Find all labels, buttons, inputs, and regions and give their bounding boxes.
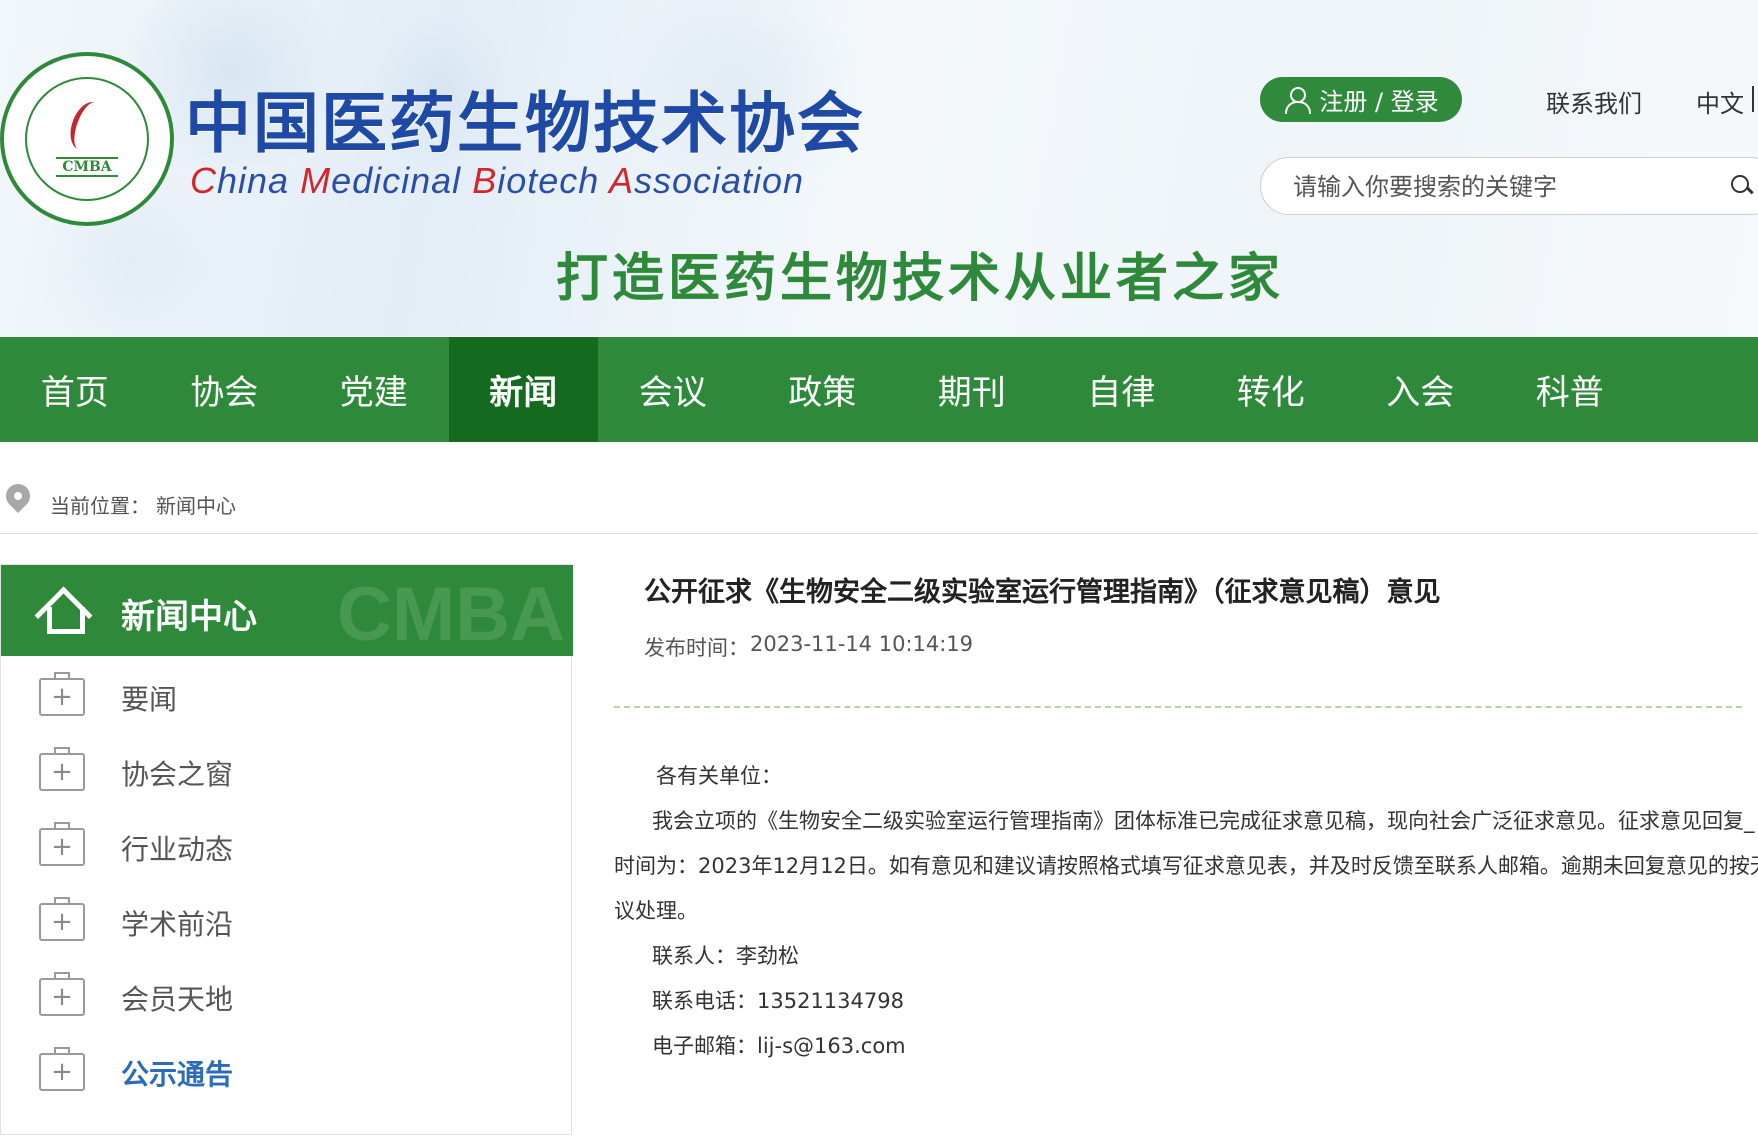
contact-phone: 联系电话：13521134798 <box>652 989 904 1013</box>
plus-box-icon <box>39 822 85 866</box>
main-nav: 首页 协会 党建 新闻 会议 政策 期刊 自律 转化 入会 科普 <box>0 337 1758 442</box>
sidebar-item-label: 公示通告 <box>121 1058 234 1091</box>
breadcrumb-label: 当前位置： <box>50 494 150 518</box>
article-paragraph-line: 我会立项的《生物安全二级实验室运行管理指南》团体标准已完成征求意见稿，现向社会广… <box>652 809 1755 833</box>
user-icon <box>1283 86 1312 114</box>
contact-email: 电子邮箱：lij-s@163.com <box>652 1034 906 1058</box>
helix-icon <box>64 97 110 155</box>
search-box <box>1260 157 1758 215</box>
sidebar-item-label: 学术前沿 <box>121 908 234 941</box>
sidebar-item-association-window[interactable]: 协会之窗 <box>1 731 571 806</box>
nav-item-meetings[interactable]: 会议 <box>598 337 748 442</box>
sidebar-title: 新闻中心 <box>121 597 257 637</box>
title-en-rest: hina <box>217 160 290 201</box>
separator <box>1752 86 1754 112</box>
association-logo[interactable]: CMBA <box>0 52 174 226</box>
nav-item-policy[interactable]: 政策 <box>748 337 898 442</box>
article-paragraph-line: 议处理。 <box>614 899 698 923</box>
nav-item-transformation[interactable]: 转化 <box>1196 337 1346 442</box>
sidebar-item-label: 行业动态 <box>121 833 234 866</box>
plus-box-icon <box>39 972 85 1016</box>
title-en-initial: B <box>472 160 498 201</box>
title-en-initial: M <box>300 160 332 201</box>
site-title-en: China Medicinal Biotech Association <box>190 160 804 202</box>
plus-box-icon <box>39 672 85 716</box>
site-slogan: 打造医药生物技术从业者之家 <box>556 248 1285 309</box>
publish-time: 2023-11-14 10:14:19 <box>750 632 974 656</box>
sidebar-item-label: 要闻 <box>121 683 178 716</box>
title-en-rest: ssociation <box>633 160 805 201</box>
login-label: 注册 / 登录 <box>1319 88 1439 116</box>
breadcrumb-current[interactable]: 新闻中心 <box>156 490 236 519</box>
title-en-initial: C <box>190 160 217 201</box>
article-title: 公开征求《生物安全二级实验室运行管理指南》（征求意见稿）意见 <box>644 577 1441 608</box>
home-icon <box>39 589 85 634</box>
search-input[interactable] <box>1293 170 1733 204</box>
nav-item-party[interactable]: 党建 <box>299 337 449 442</box>
plus-box-icon <box>39 897 85 941</box>
title-en-rest: iotech <box>497 160 600 201</box>
nav-item-home[interactable]: 首页 <box>0 337 150 442</box>
title-en-initial: A <box>608 160 634 201</box>
register-login-button[interactable]: 注册 / 登录 <box>1260 77 1462 122</box>
sidebar-header: 新闻中心 CMBA <box>1 565 573 656</box>
sidebar-item-headlines[interactable]: 要闻 <box>1 656 571 731</box>
contact-us-link[interactable]: 联系我们 <box>1546 84 1642 119</box>
search-icon[interactable] <box>1731 175 1753 197</box>
title-en-rest: edicinal <box>331 160 462 201</box>
sidebar-item-label: 协会之窗 <box>121 758 234 791</box>
site-header: CMBA 中国医药生物技术协会 China Medicinal Biotech … <box>0 0 1758 336</box>
plus-box-icon <box>39 747 85 791</box>
location-pin-icon <box>6 484 30 518</box>
plus-box-icon <box>39 1047 85 1091</box>
sidebar-item-industry-news[interactable]: 行业动态 <box>1 806 571 881</box>
sidebar-item-label: 会员天地 <box>121 983 234 1016</box>
sidebar-item-academic-frontier[interactable]: 学术前沿 <box>1 881 571 956</box>
nav-item-science[interactable]: 科普 <box>1495 337 1645 442</box>
logo-abbreviation: CMBA <box>56 157 118 177</box>
article-body: 各有关单位： 我会立项的《生物安全二级实验室运行管理指南》团体标准已完成征求意见… <box>614 754 1758 1069</box>
breadcrumb: 当前位置： 新闻中心 <box>0 470 1758 534</box>
article-paragraph-line: 时间为：2023年12月12日。如有意见和建议请按照格式填写征求意见表，并及时反… <box>614 854 1758 878</box>
logo-seal: CMBA <box>25 77 149 201</box>
nav-item-membership[interactable]: 入会 <box>1346 337 1496 442</box>
nav-item-self-discipline[interactable]: 自律 <box>1047 337 1197 442</box>
nav-item-association[interactable]: 协会 <box>150 337 300 442</box>
publish-time-label: 发布时间： <box>644 636 749 660</box>
sidebar-item-announcements[interactable]: 公示通告 <box>1 1031 571 1106</box>
contact-person: 联系人：李劲松 <box>652 944 799 968</box>
sidebar-item-members[interactable]: 会员天地 <box>1 956 571 1031</box>
nav-item-journals[interactable]: 期刊 <box>897 337 1047 442</box>
article-salutation: 各有关单位： <box>656 764 782 788</box>
sidebar: 新闻中心 CMBA 要闻 协会之窗 行业动态 学术前沿 会员天地 公示通告 <box>0 564 573 1135</box>
sidebar-watermark: CMBA <box>337 572 565 656</box>
divider <box>614 706 1742 708</box>
language-switch[interactable]: 中文 <box>1696 84 1744 119</box>
nav-item-news[interactable]: 新闻 <box>448 337 598 442</box>
site-title-cn: 中国医药生物技术协会 <box>185 84 865 162</box>
sidebar-list: 要闻 协会之窗 行业动态 学术前沿 会员天地 公示通告 <box>1 656 571 1106</box>
